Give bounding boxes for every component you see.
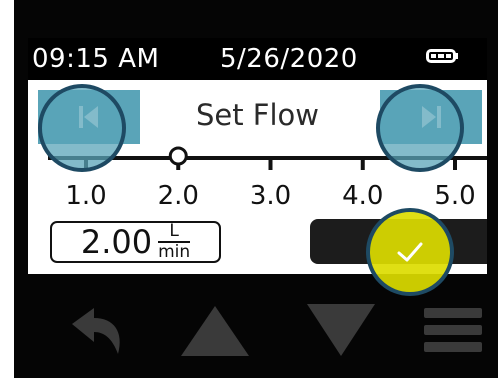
down-button[interactable]: [286, 282, 396, 378]
back-button[interactable]: [38, 282, 148, 378]
slider-tick-label: 2.0: [157, 181, 199, 211]
up-arrow-icon: [181, 306, 249, 356]
menu-icon: [424, 308, 482, 352]
flow-unit-denominator: min: [158, 242, 191, 262]
slider-tick-label: 1.0: [65, 181, 107, 211]
battery-full-icon: [426, 49, 456, 63]
status-bar: 09:15 AM 5/26/2020: [28, 38, 487, 80]
flow-unit: L min: [158, 223, 190, 261]
bottom-nav: [14, 282, 498, 378]
slider-tick-label: 4.0: [342, 181, 384, 211]
confirm-button[interactable]: [310, 219, 487, 264]
slider-tick-label: 3.0: [249, 181, 292, 211]
status-time: 09:15 AM: [32, 44, 160, 74]
up-button[interactable]: [160, 282, 270, 378]
skip-next-icon: [422, 106, 441, 128]
slider-tick-label: 5.0: [434, 181, 476, 211]
slider-thumb[interactable]: [168, 146, 188, 166]
menu-button[interactable]: [398, 282, 502, 378]
status-date: 5/26/2020: [220, 44, 358, 74]
flow-unit-numerator: L: [169, 221, 179, 241]
down-arrow-icon: [307, 304, 375, 356]
touch-screen: 09:15 AM 5/26/2020 Set Flow 1.0 2.0 3.0 4.0…: [28, 38, 487, 274]
flow-value-display: 2.00 L min: [50, 221, 221, 263]
back-arrow-icon: [72, 308, 120, 354]
battery-tip: [455, 53, 458, 59]
flow-value: 2.00: [80, 223, 153, 261]
